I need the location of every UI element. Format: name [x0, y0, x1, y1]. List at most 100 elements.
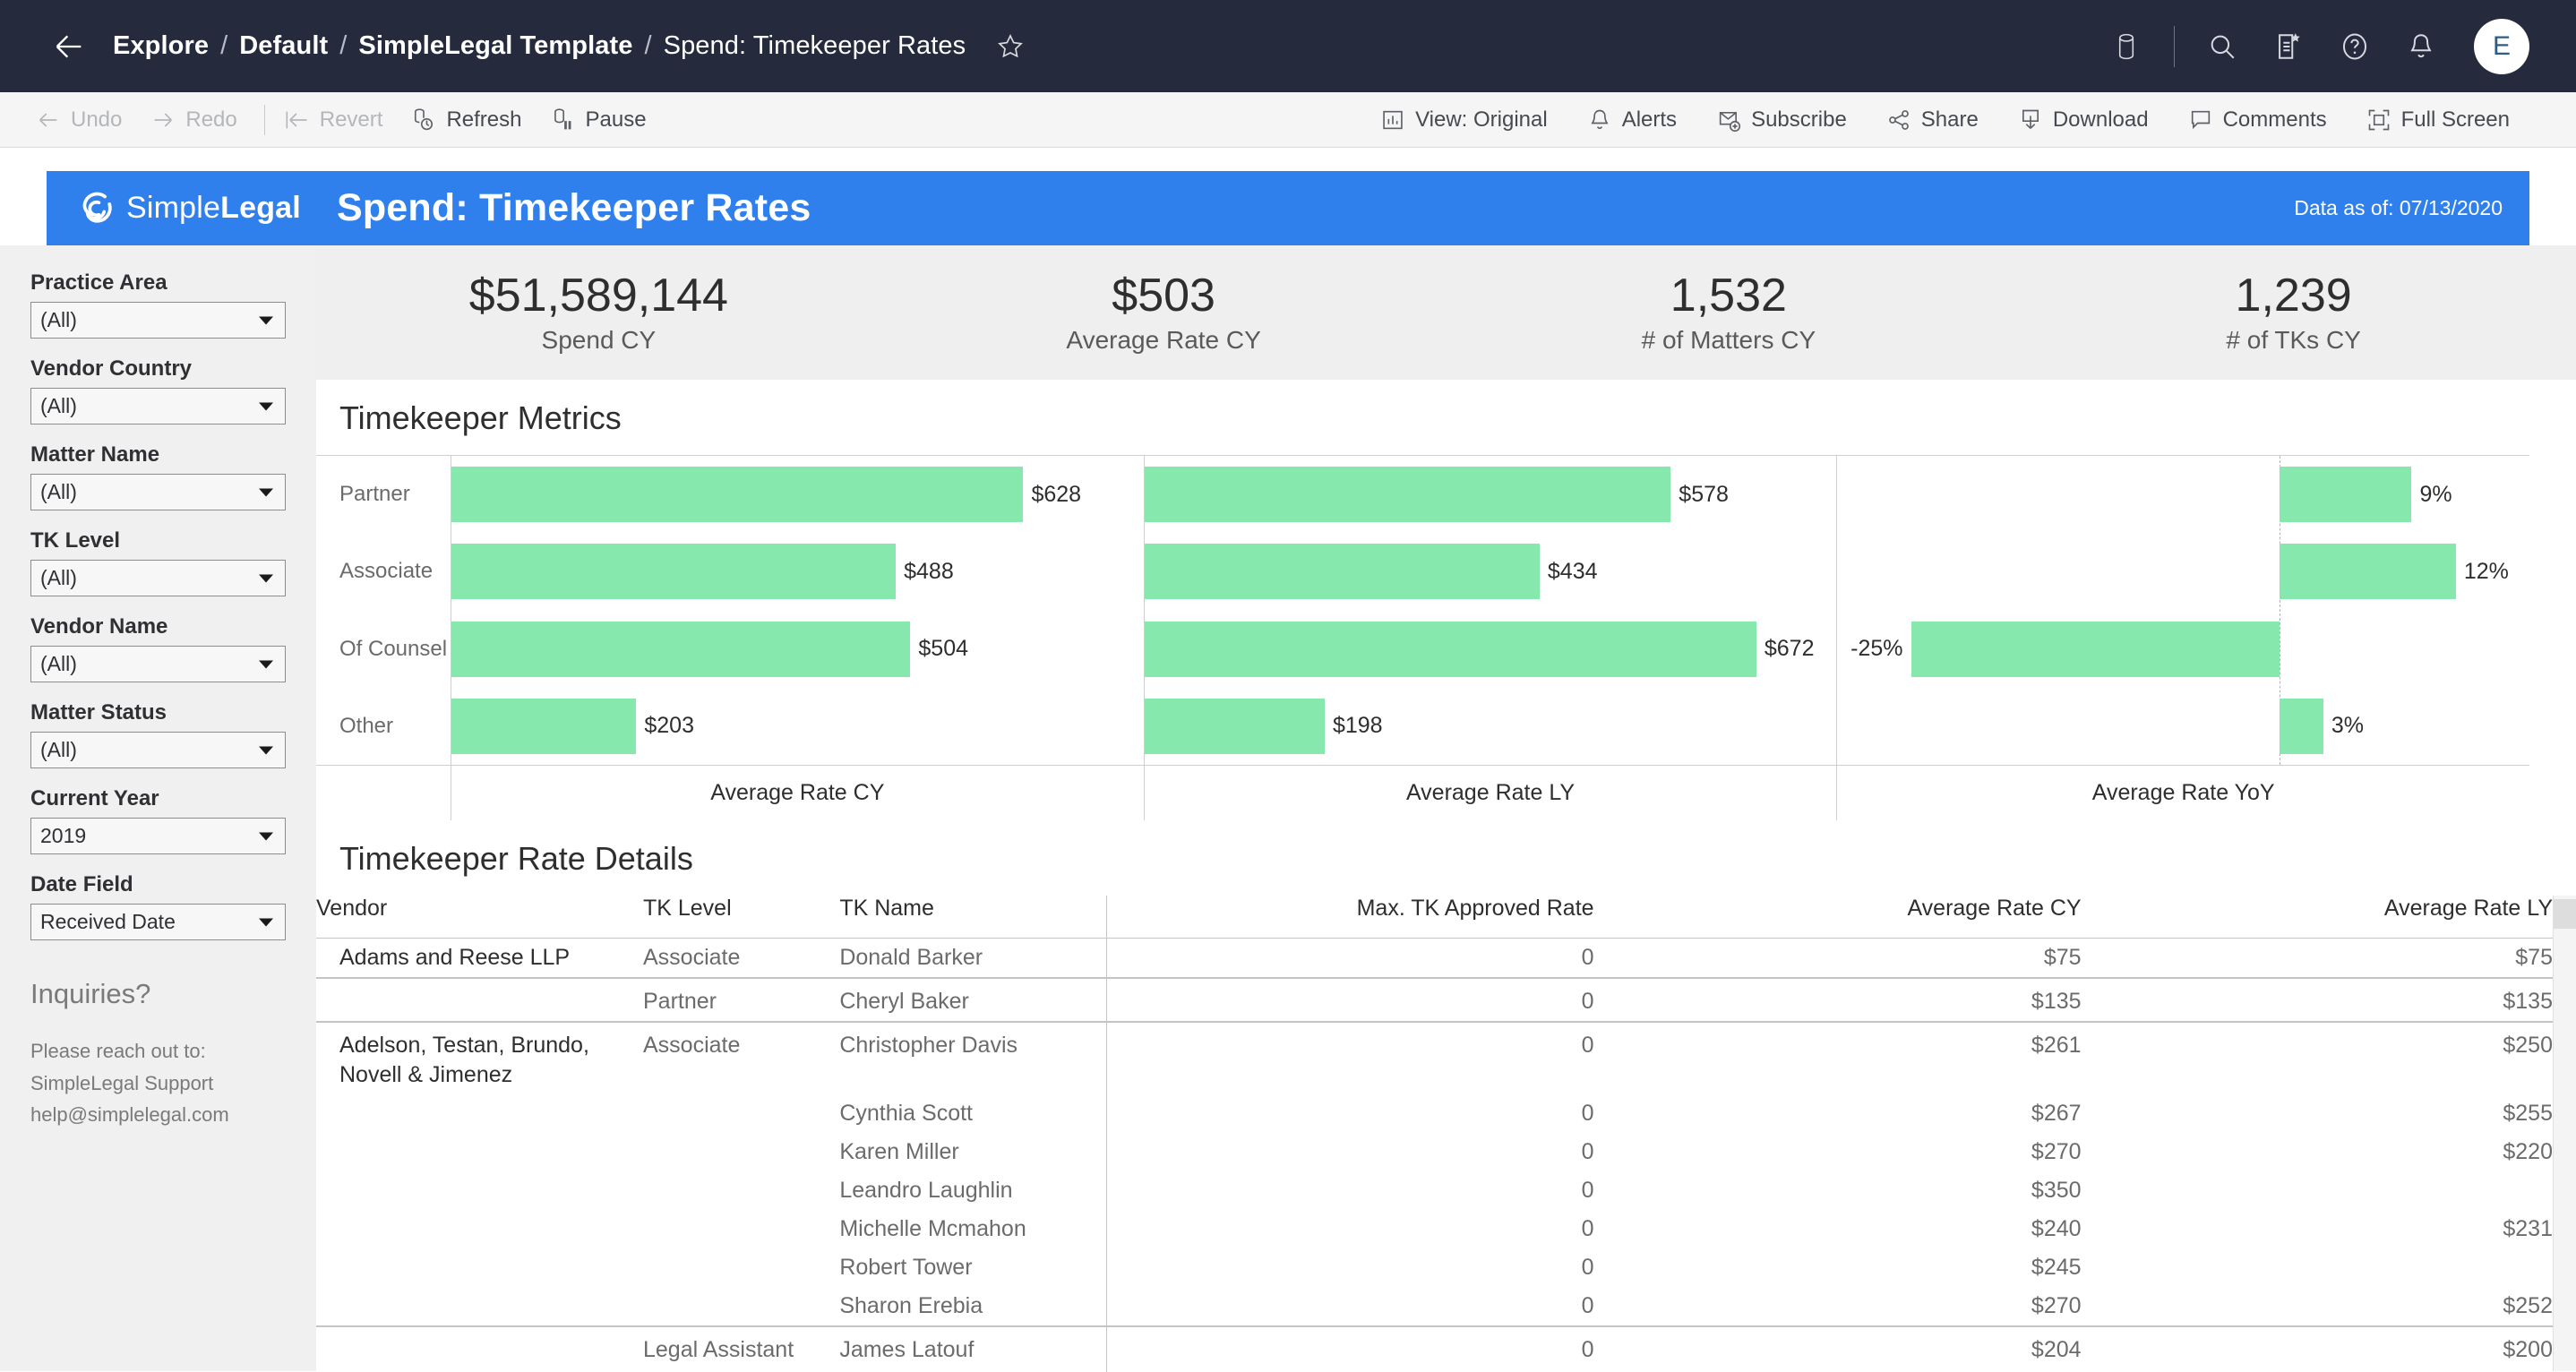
- redo-button[interactable]: Redo: [136, 92, 251, 147]
- search-icon[interactable]: [2189, 20, 2255, 73]
- revert-button[interactable]: Revert: [270, 92, 398, 147]
- column-header-tk-name[interactable]: TK Name: [839, 896, 1107, 939]
- chart-bar-row[interactable]: $672: [1144, 611, 1837, 688]
- chart-bar-label: $488: [904, 558, 954, 584]
- pause-button[interactable]: Pause: [536, 92, 660, 147]
- column-header-avg-rate-ly[interactable]: Average Rate LY: [2081, 896, 2553, 939]
- timekeeper-metrics-chart: Partner Associate Of Counsel Other $628 $…: [316, 455, 2529, 766]
- vendor-country-select[interactable]: (All): [30, 388, 286, 424]
- chart-bar-row[interactable]: 3%: [1837, 688, 2529, 765]
- chart-bar-row[interactable]: $198: [1144, 688, 1837, 765]
- table-row[interactable]: Leandro Laughlin 0 $350: [316, 1171, 2553, 1211]
- matter-name-select[interactable]: (All): [30, 474, 286, 510]
- bell-icon: [1591, 109, 1609, 129]
- chart-bar[interactable]: [1911, 621, 2280, 677]
- column-header-avg-rate-cy[interactable]: Average Rate CY: [1593, 896, 2082, 939]
- download-button[interactable]: Download: [1998, 107, 2168, 133]
- table-scrollbar-thumb[interactable]: [2554, 899, 2576, 930]
- timekeeper-rate-details-table: Vendor TK Level TK Name Max. TK Approved…: [316, 896, 2553, 1372]
- table-row[interactable]: Legal Assistant James Latouf 0 $204 $200: [316, 1325, 2553, 1370]
- vendor-name-select[interactable]: (All): [30, 646, 286, 682]
- table-row[interactable]: Partner Cheryl Baker 0 $135 $135: [316, 977, 2553, 1023]
- table-row[interactable]: Michelle Mcmahon 0 $240 $231: [316, 1210, 2553, 1249]
- chart-panel-average-rate-yoy: 9% 12% -25% 3%: [1836, 456, 2529, 766]
- filter-label: Vendor Name: [30, 614, 168, 639]
- inquiries-line-3: help@simplelegal.com: [30, 1103, 229, 1127]
- kpi-value: $51,589,144: [468, 269, 728, 322]
- chart-bar[interactable]: [451, 698, 637, 754]
- inquiries-line-1: Please reach out to:: [30, 1040, 206, 1062]
- avatar[interactable]: E: [2474, 18, 2529, 74]
- chart-bar[interactable]: [2279, 467, 2412, 523]
- column-header-max-rate[interactable]: Max. TK Approved Rate: [1106, 896, 1594, 939]
- arrow-right-icon: [155, 112, 173, 127]
- chart-bar[interactable]: [1144, 544, 1540, 600]
- chart-bar[interactable]: [2279, 544, 2456, 600]
- share-button[interactable]: Share: [1867, 107, 1998, 133]
- table-row[interactable]: Robert Tower 0 $245: [316, 1248, 2553, 1288]
- table-row[interactable]: Sharon Erebia 0 $270 $252: [316, 1287, 2553, 1327]
- axis-spacer: [316, 766, 451, 820]
- breadcrumb-item-default[interactable]: Default: [239, 31, 328, 61]
- chart-bar-row[interactable]: 9%: [1837, 456, 2529, 533]
- tk-level-select[interactable]: (All): [30, 560, 286, 596]
- table-row[interactable]: Cynthia Scott 0 $267 $255: [316, 1094, 2553, 1134]
- practice-area-select[interactable]: (All): [30, 302, 286, 339]
- star-icon[interactable]: [992, 29, 1028, 64]
- chart-bar-row[interactable]: $203: [451, 688, 1144, 765]
- chart-bar[interactable]: [451, 621, 911, 677]
- cell-avg-rate-ly: $231: [2503, 1216, 2553, 1242]
- chart-bar-row[interactable]: $578: [1144, 456, 1837, 533]
- refresh-button[interactable]: Refresh: [397, 92, 536, 147]
- category-label: Of Counsel: [339, 636, 448, 661]
- breadcrumb-item-template[interactable]: SimpleLegal Template: [358, 31, 632, 61]
- cell-tk-name: Robert Tower: [839, 1255, 973, 1281]
- help-icon[interactable]: [2322, 20, 2388, 73]
- inquiries-block: Inquiries? Please reach out to: SimpleLe…: [30, 978, 286, 1131]
- bell-icon[interactable]: [2388, 20, 2454, 73]
- subscribe-button[interactable]: Subscribe: [1696, 107, 1867, 133]
- chart-bar[interactable]: [451, 467, 1024, 523]
- current-year-select[interactable]: 2019: [30, 818, 286, 854]
- chart-bar[interactable]: [451, 544, 897, 600]
- comments-button[interactable]: Comments: [2168, 107, 2347, 133]
- document-star-icon[interactable]: [2255, 20, 2322, 73]
- cell-tk-level: [643, 1094, 839, 1133]
- chart-bar[interactable]: [1144, 467, 1671, 523]
- back-arrow-icon[interactable]: [48, 26, 90, 67]
- table-scrollbar[interactable]: [2553, 896, 2576, 1371]
- table-row[interactable]: Adams and Reese LLP Associate Donald Barke…: [316, 938, 2553, 979]
- breadcrumb-separator: /: [644, 31, 652, 60]
- cell-vendor: [316, 1325, 643, 1370]
- table-row[interactable]: Adelson, Testan, Brundo, Novell & Jimene…: [316, 1021, 2553, 1095]
- chart-bar-row[interactable]: $434: [1144, 533, 1837, 610]
- fullscreen-button[interactable]: Full Screen: [2347, 107, 2529, 133]
- table-row[interactable]: Karen Miller 0 $270 $220: [316, 1133, 2553, 1172]
- cell-max-rate: 0: [1106, 1325, 1594, 1370]
- chart-bar-row[interactable]: -25%: [1837, 611, 2529, 688]
- column-header-vendor[interactable]: Vendor: [316, 896, 643, 939]
- matter-status-select[interactable]: (All): [30, 732, 286, 768]
- undo-button[interactable]: Undo: [21, 92, 136, 147]
- chart-bar-row[interactable]: $504: [451, 611, 1144, 688]
- chart-bar-row[interactable]: 12%: [1837, 533, 2529, 610]
- date-field-select[interactable]: Received Date: [30, 904, 286, 940]
- cell-tk-name: Donald Barker: [839, 945, 983, 971]
- alerts-button[interactable]: Alerts: [1567, 107, 1696, 133]
- category-axis: Partner Associate Of Counsel Other: [316, 456, 451, 765]
- chart-bar[interactable]: [2279, 698, 2323, 754]
- chevron-down-icon: [259, 918, 273, 926]
- view-original-button[interactable]: View: Original: [1361, 107, 1567, 133]
- column-header-tk-level[interactable]: TK Level: [642, 896, 840, 939]
- breadcrumb-item-explore[interactable]: Explore: [113, 31, 209, 61]
- database-icon[interactable]: [2093, 20, 2160, 73]
- chart-bar-label: $578: [1679, 481, 1729, 507]
- chart-bar-row[interactable]: $628: [451, 456, 1144, 533]
- timekeeper-metrics-section: Timekeeper Metrics Partner Associate Of …: [316, 380, 2576, 821]
- chart-bar[interactable]: [1144, 698, 1325, 754]
- table-body: Adams and Reese LLP Associate Donald Barke…: [316, 938, 2553, 1372]
- cell-tk-name: Cheryl Baker: [839, 977, 1107, 1023]
- chart-bar[interactable]: [1144, 621, 1756, 677]
- cell-avg-rate-cy: $350: [2031, 1178, 2082, 1204]
- chart-bar-row[interactable]: $488: [451, 533, 1144, 610]
